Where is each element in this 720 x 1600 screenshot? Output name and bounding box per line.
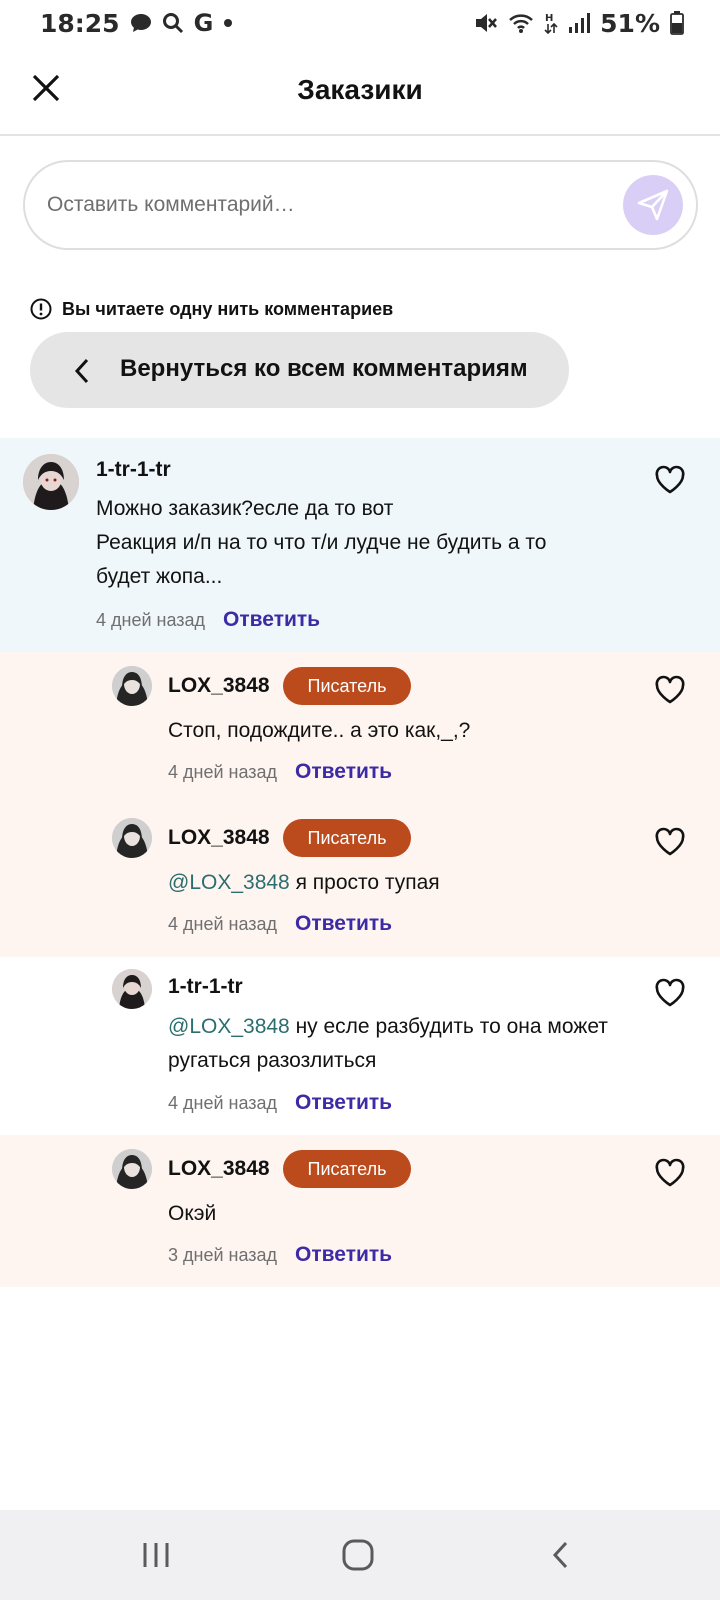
avatar[interactable]	[112, 1149, 152, 1189]
comment-meta: 4 дней назад Ответить	[96, 608, 320, 632]
user-mention[interactable]: @LOX_3848	[168, 1015, 290, 1038]
comment-input-box	[23, 160, 698, 250]
avatar[interactable]	[112, 666, 152, 706]
send-button[interactable]	[623, 175, 683, 235]
comment-time: 4 дней назад	[168, 761, 278, 782]
comment-item: LOX_3848 Писатель Стоп, подождите.. а эт…	[0, 652, 720, 804]
avatar[interactable]	[23, 454, 79, 510]
comment-meta: 4 дней назад Ответить	[168, 1091, 392, 1115]
comment-text-line: Стоп, подождите.. а это как,_,?	[168, 719, 471, 742]
comment-text-line: @LOX_3848 я просто тупая	[168, 866, 440, 900]
comment-username[interactable]: LOX_3848	[168, 826, 270, 850]
recent-apps-icon	[143, 1543, 169, 1567]
comment-username[interactable]: 1-tr-1-tr	[96, 458, 171, 482]
comment-text: ну есле разбудить то она может	[289, 1015, 608, 1038]
thread-notice-text: Вы читаете одну нить комментариев	[62, 298, 394, 319]
writer-badge: Писатель	[283, 667, 411, 705]
heart-icon	[655, 675, 685, 704]
comment-username[interactable]: 1-tr-1-tr	[168, 975, 243, 999]
reply-button[interactable]: Ответить	[295, 1091, 392, 1115]
writer-badge: Писатель	[283, 819, 411, 857]
data-icon: H	[544, 11, 558, 35]
info-icon	[30, 298, 52, 320]
like-button[interactable]	[652, 1155, 688, 1191]
heart-icon	[655, 978, 685, 1007]
mute-icon	[474, 12, 498, 34]
wifi-icon	[508, 12, 534, 34]
heart-icon	[655, 1158, 685, 1187]
comment-username[interactable]: LOX_3848	[168, 1157, 270, 1181]
reply-button[interactable]: Ответить	[223, 608, 320, 632]
comment-item: LOX_3848 Писатель @LOX_3848 я просто туп…	[0, 804, 720, 957]
comment-text-line: Можно заказик?есле да то вот	[96, 497, 394, 520]
heart-icon	[655, 827, 685, 856]
comment-text-line: Реакция и/п на то что т/и лудче не будит…	[96, 531, 547, 554]
avatar[interactable]	[112, 818, 152, 858]
battery-icon	[670, 11, 684, 35]
comment-username[interactable]: LOX_3848	[168, 674, 270, 698]
comment-time: 4 дней назад	[168, 1092, 278, 1113]
comment-meta: 4 дней назад Ответить	[168, 912, 392, 936]
comment-time: 4 дней назад	[96, 609, 206, 630]
status-time: 18:25	[40, 8, 120, 38]
home-icon	[342, 1539, 374, 1571]
comment-meta: 4 дней назад Ответить	[168, 760, 392, 784]
comment-meta: 3 дней назад Ответить	[168, 1243, 392, 1267]
battery-percent: 51%	[600, 8, 660, 38]
comment-time: 3 дней назад	[168, 1244, 278, 1265]
chat-bubble-icon	[130, 13, 152, 33]
comment-item: LOX_3848 Писатель Окэй 3 дней назад Отве…	[0, 1135, 720, 1287]
comment-text-line: Окэй	[168, 1202, 217, 1225]
comment-input[interactable]	[47, 193, 607, 217]
comment-text-line: будет жопа...	[96, 565, 223, 588]
reply-button[interactable]: Ответить	[295, 912, 392, 936]
comment-text-line: @LOX_3848 ну есле разбудить то она может	[168, 1010, 608, 1044]
like-button[interactable]	[652, 672, 688, 708]
thread-notice: Вы читаете одну нить комментариев	[30, 298, 393, 320]
search-icon	[162, 12, 184, 34]
comment-time: 4 дней назад	[168, 913, 278, 934]
writer-badge: Писатель	[283, 1150, 411, 1188]
reply-button[interactable]: Ответить	[295, 760, 392, 784]
signal-icon	[568, 12, 591, 34]
back-to-all-comments-label: Вернуться ко всем комментариям	[120, 355, 528, 382]
avatar[interactable]	[112, 969, 152, 1009]
comment-item: 1-tr-1-tr Можно заказик?есле да то вот Р…	[0, 438, 720, 652]
comment-text: я просто тупая	[289, 871, 440, 894]
status-bar: 18:25 G H 51%	[0, 0, 720, 46]
home-button[interactable]	[338, 1535, 378, 1575]
comment-text-line: ругаться разозлиться	[168, 1049, 377, 1072]
back-icon	[552, 1541, 568, 1569]
like-button[interactable]	[652, 975, 688, 1011]
like-button[interactable]	[652, 462, 688, 498]
system-nav-bar	[0, 1510, 720, 1600]
heart-icon	[655, 465, 685, 494]
back-button[interactable]	[541, 1535, 581, 1575]
recent-apps-button[interactable]	[136, 1535, 176, 1575]
send-icon	[637, 189, 669, 221]
comment-item: 1-tr-1-tr @LOX_3848 ну есле разбудить то…	[0, 957, 720, 1135]
app-header: Заказики	[0, 46, 720, 136]
google-icon: G	[193, 9, 214, 37]
dot-icon	[223, 18, 233, 28]
back-to-all-comments-button[interactable]: Вернуться ко всем комментариям	[30, 332, 569, 408]
page-title: Заказики	[297, 74, 423, 105]
user-mention[interactable]: @LOX_3848	[168, 871, 290, 894]
chevron-left-icon	[74, 358, 89, 384]
svg-text:H: H	[545, 13, 553, 24]
like-button[interactable]	[652, 824, 688, 860]
reply-button[interactable]: Ответить	[295, 1243, 392, 1267]
